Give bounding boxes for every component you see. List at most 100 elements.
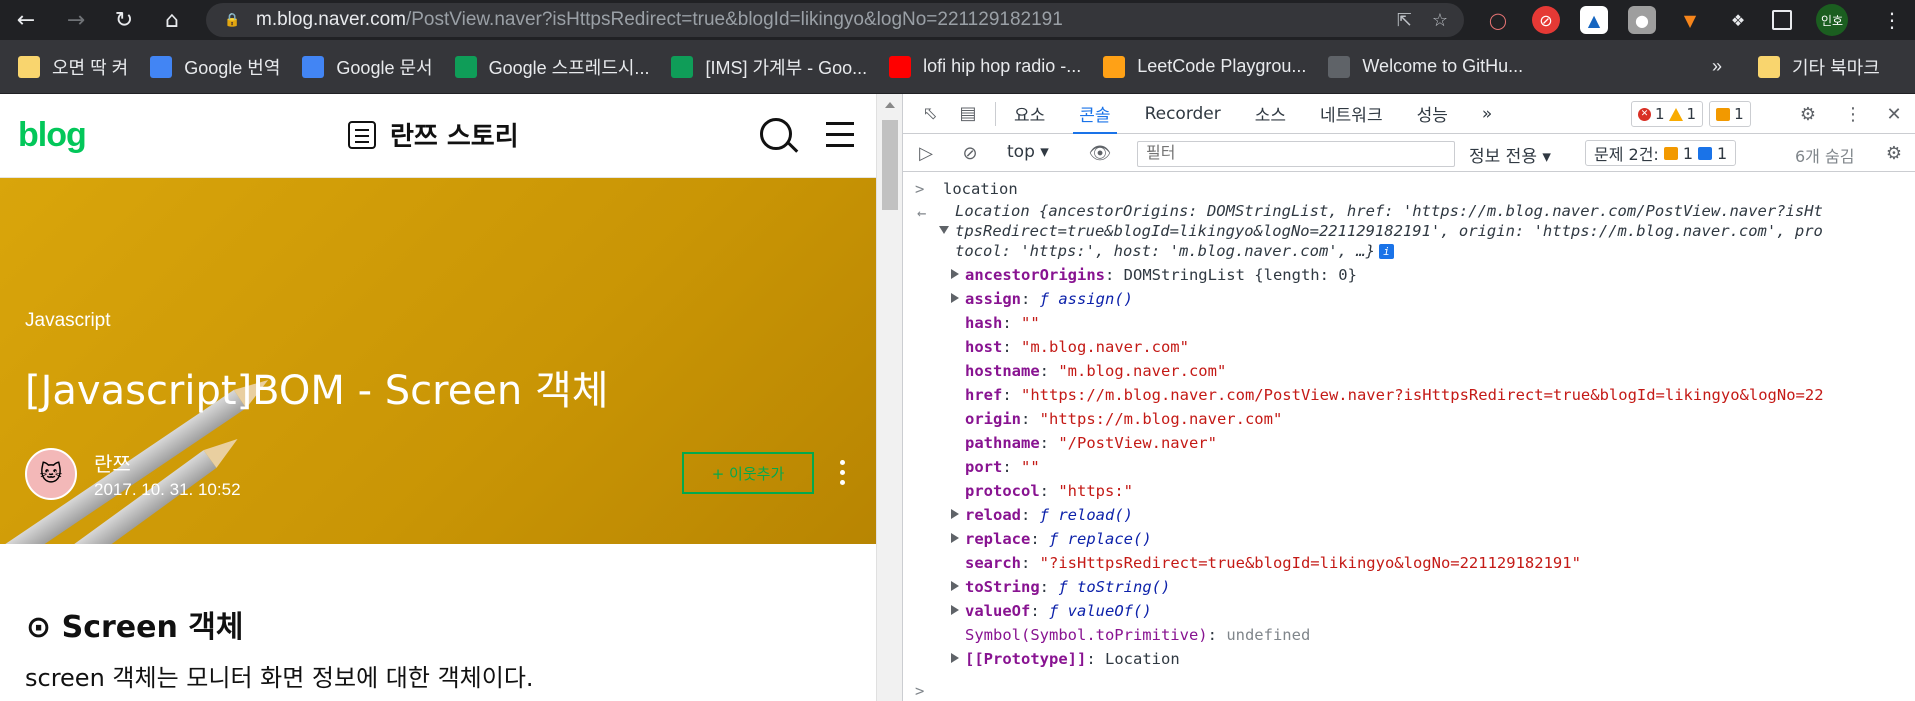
reload-icon[interactable]: ↻ bbox=[104, 0, 144, 40]
author-name[interactable]: 란쯔 bbox=[94, 448, 131, 477]
bookmark-item[interactable]: lofi hip hop radio -... bbox=[889, 40, 1081, 94]
console-settings-icon[interactable]: ⚙ bbox=[1881, 140, 1907, 166]
divider bbox=[995, 101, 996, 126]
location-property: pathname: "/PostView.naver" bbox=[965, 434, 1217, 452]
bookmarks-overflow-icon[interactable]: » bbox=[1712, 40, 1722, 94]
share-icon[interactable]: ⇱ bbox=[1397, 10, 1412, 31]
home-icon[interactable]: ⌂ bbox=[152, 0, 192, 40]
location-property[interactable]: assign: ƒ assign() bbox=[951, 290, 1133, 308]
expand-triangle-icon[interactable] bbox=[951, 533, 959, 543]
device-toolbar-icon[interactable]: ▤ bbox=[955, 101, 981, 127]
issue-badges: ✕ 1 1 1 bbox=[1631, 101, 1751, 127]
globe-icon bbox=[1328, 55, 1351, 78]
bookmark-item[interactable]: Google 번역 bbox=[150, 40, 280, 94]
location-property: protocol: "https:" bbox=[965, 482, 1133, 500]
more-tabs-icon[interactable]: » bbox=[1482, 94, 1492, 134]
bookmark-item[interactable]: Welcome to GitHu... bbox=[1328, 40, 1523, 94]
puzzle-extensions-icon[interactable]: ❖ bbox=[1724, 6, 1752, 34]
other-bookmarks-folder[interactable]: 기타 북마크 bbox=[1758, 40, 1880, 94]
location-property: href: "https://m.blog.naver.com/PostView… bbox=[965, 386, 1824, 404]
extension-user-icon[interactable]: ● bbox=[1628, 6, 1656, 34]
expand-triangle-icon[interactable] bbox=[951, 581, 959, 591]
browser-menu-icon[interactable]: ⋮ bbox=[1878, 6, 1906, 34]
devtools-tab[interactable]: 요소 bbox=[1014, 94, 1045, 134]
error-icon: ✕ bbox=[1638, 107, 1651, 121]
bookmark-star-icon[interactable]: ☆ bbox=[1432, 10, 1448, 31]
console-prompt-icon[interactable]: > bbox=[915, 682, 924, 700]
console-filter-input[interactable] bbox=[1137, 141, 1455, 167]
close-devtools-icon[interactable]: ✕ bbox=[1881, 101, 1907, 127]
live-expression-eye-icon[interactable]: 👁 bbox=[1087, 140, 1113, 166]
devtools-tabs: 요소 콘솔 Recorder 소스 네트워크 성능 bbox=[1014, 94, 1482, 134]
more-options-icon[interactable] bbox=[840, 460, 845, 465]
hidden-count: 6개 숨김 bbox=[1795, 147, 1855, 166]
inspect-element-icon[interactable]: ⬁ bbox=[917, 101, 943, 127]
profile-avatar[interactable]: 인호 bbox=[1816, 4, 1848, 36]
bookmark-item[interactable]: LeetCode Playgrou... bbox=[1103, 40, 1306, 94]
blog-title[interactable]: 란쯔 스토리 bbox=[348, 116, 519, 153]
collapse-triangle-icon[interactable] bbox=[939, 226, 949, 234]
forward-arrow-icon[interactable]: → bbox=[56, 0, 96, 40]
bookmark-item[interactable]: 오면 딱 켜 bbox=[18, 40, 128, 94]
expand-triangle-icon[interactable] bbox=[951, 269, 959, 279]
scrollbar-thumb[interactable] bbox=[882, 120, 898, 210]
devtools-panel: ⬁ ▤ 요소 콘솔 Recorder 소스 네트워크 성능 » ✕ 1 1 1 ⚙ ⋮ ✕ ▷… bbox=[902, 94, 1915, 701]
location-property[interactable]: toString: ƒ toString() bbox=[951, 578, 1170, 596]
context-selector[interactable]: top ▾ bbox=[1007, 142, 1049, 162]
address-bar[interactable]: 🔒 m.blog.naver.com/PostView.naver?isHttp… bbox=[206, 3, 1464, 37]
expand-triangle-icon[interactable] bbox=[951, 509, 959, 519]
bookmark-item[interactable]: Google 스프레드시... bbox=[454, 40, 649, 94]
metamask-fox-icon[interactable]: ▼ bbox=[1676, 6, 1704, 34]
bookmark-item[interactable]: [IMS] 가계부 - Goo... bbox=[671, 40, 867, 94]
errors-warnings-badge[interactable]: ✕ 1 1 bbox=[1631, 101, 1704, 127]
hamburger-menu-icon[interactable] bbox=[826, 122, 854, 125]
settings-gear-icon[interactable]: ⚙ bbox=[1795, 101, 1821, 127]
extension-red-icon[interactable]: ⊘ bbox=[1532, 6, 1560, 34]
sidebar-toggle-icon[interactable]: ▷ bbox=[913, 140, 939, 166]
bookmark-item[interactable]: Google 문서 bbox=[302, 40, 433, 94]
location-property[interactable]: [[Prototype]]: Location bbox=[951, 650, 1180, 668]
issues-badge[interactable]: 1 bbox=[1709, 101, 1751, 127]
side-panel-icon[interactable] bbox=[1772, 10, 1792, 30]
post-category[interactable]: Javascript bbox=[25, 310, 111, 332]
devtools-tab[interactable]: 소스 bbox=[1255, 94, 1286, 134]
devtools-tab[interactable]: 콘솔 bbox=[1073, 94, 1117, 134]
devtools-tab[interactable]: Recorder bbox=[1145, 94, 1221, 134]
shield-extension-icon[interactable]: ◯ bbox=[1484, 6, 1512, 34]
result-arrow-icon: ← bbox=[917, 204, 927, 222]
console-output[interactable]: > location ← Location {ancestorOrigins: … bbox=[903, 174, 1915, 701]
author-avatar[interactable]: 🐱 bbox=[25, 448, 77, 500]
location-property[interactable]: reload: ƒ reload() bbox=[951, 506, 1133, 524]
leetcode-icon bbox=[1103, 55, 1126, 78]
expand-triangle-icon[interactable] bbox=[951, 653, 959, 663]
location-property[interactable]: replace: ƒ replace() bbox=[951, 530, 1152, 548]
blog-logo[interactable]: blog bbox=[18, 116, 87, 155]
location-property: hash: "" bbox=[965, 314, 1040, 332]
scroll-up-icon[interactable] bbox=[885, 102, 895, 108]
location-property: hostname: "m.blog.naver.com" bbox=[965, 362, 1227, 380]
back-arrow-icon[interactable]: ← bbox=[6, 0, 46, 40]
log-level-select[interactable]: 정보 전용 ▾ bbox=[1469, 142, 1551, 167]
location-summary-line2[interactable]: tpsRedirect=true&blogId=likingyo&logNo=2… bbox=[939, 222, 1823, 240]
lock-icon: 🔒 bbox=[224, 12, 241, 28]
search-icon[interactable] bbox=[760, 118, 792, 150]
page-scrollbar[interactable] bbox=[876, 94, 902, 701]
clear-console-icon[interactable]: ⊘ bbox=[957, 140, 983, 166]
location-property[interactable]: valueOf: ƒ valueOf() bbox=[951, 602, 1152, 620]
blog-page: blog 란쯔 스토리 Javascript [Javascript]BOM -… bbox=[0, 94, 876, 701]
devtools-tab[interactable]: 성능 bbox=[1417, 94, 1448, 134]
devtools-tab[interactable]: 네트워크 bbox=[1320, 94, 1383, 134]
issues-count-button[interactable]: 문제 2건: 1 1 bbox=[1585, 140, 1737, 166]
console-toolbar: ▷ ⊘ top ▾ 👁 정보 전용 ▾ 문제 2건: 1 1 6개 숨김 ⚙ bbox=[903, 134, 1915, 172]
extension-blue-icon[interactable]: ▲ bbox=[1580, 6, 1608, 34]
expand-triangle-icon[interactable] bbox=[951, 293, 959, 303]
location-property[interactable]: ancestorOrigins: DOMStringList {length: … bbox=[951, 266, 1357, 284]
expand-triangle-icon[interactable] bbox=[951, 605, 959, 615]
info-icon[interactable]: i bbox=[1378, 244, 1394, 259]
google-translate-icon bbox=[150, 55, 173, 78]
location-property: origin: "https://m.blog.naver.com" bbox=[965, 410, 1283, 428]
location-property: host: "m.blog.naver.com" bbox=[965, 338, 1189, 356]
devtools-menu-icon[interactable]: ⋮ bbox=[1840, 101, 1866, 127]
add-neighbor-button[interactable]: + 이웃추가 bbox=[682, 452, 814, 494]
warning-icon bbox=[1668, 107, 1683, 121]
